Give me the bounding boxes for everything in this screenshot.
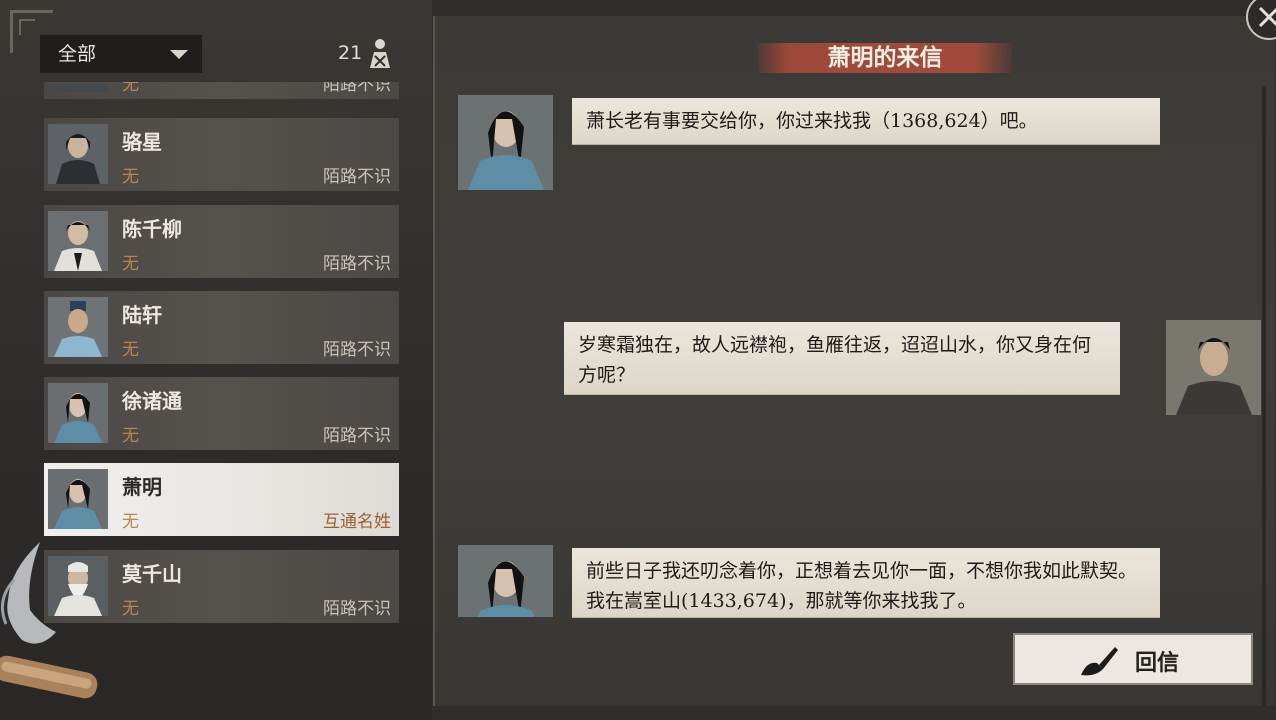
contact-name: 陈千柳	[122, 217, 182, 241]
sender-avatar	[458, 545, 553, 617]
message-text: 萧长老有事要交给你，你过来找我（1368,624）吧。	[586, 110, 1038, 132]
contact-status: 无	[122, 340, 139, 360]
contact-relation: 陌路不识	[323, 599, 391, 619]
filter-label: 全部	[58, 43, 97, 65]
contact-card-luxuan[interactable]: 陆轩 无 陌路不识	[44, 291, 399, 364]
contact-relation: 互通名姓	[323, 512, 391, 532]
sender-avatar	[458, 95, 553, 190]
contact-name: 陆轩	[122, 303, 162, 327]
reply-label: 回信	[1135, 650, 1180, 676]
brush-icon	[1081, 647, 1118, 676]
contact-relation: 陌路不识	[323, 82, 391, 95]
contact-relation: 陌路不识	[323, 340, 391, 360]
avatar	[48, 211, 108, 271]
filter-dropdown[interactable]: 全部	[40, 35, 202, 73]
contact-name: 徐诸通	[122, 389, 182, 413]
scroll-decoration	[0, 655, 98, 699]
contact-card-luoxing[interactable]: 骆星 无 陌路不识	[44, 118, 399, 191]
contact-card-xiaoming[interactable]: 萧明 无 互通名姓	[44, 463, 399, 536]
contact-status: 无	[122, 512, 139, 532]
contact-status: 无	[122, 167, 139, 187]
scrollbar[interactable]	[1262, 86, 1266, 706]
contact-card-moqianshan[interactable]: 莫千山 无 陌路不识	[44, 550, 399, 623]
chevron-down-icon	[170, 50, 188, 59]
message-text: 前些日子我还叨念着你，正想着去见你一面，不想你我如此默契。我在嵩室山(1433,…	[586, 560, 1138, 612]
contact-card-chenqianliu[interactable]: 陈千柳 无 陌路不识	[44, 205, 399, 278]
contact-name: 莫千山	[122, 562, 182, 586]
contact-name: 骆星	[122, 130, 162, 154]
contact-relation: 陌路不识	[323, 254, 391, 274]
message-text: 岁寒霜独在，故人远襟袍，鱼雁往返，迢迢山水，你又身在何方呢？	[578, 334, 1092, 386]
contact-relation: 陌路不识	[323, 167, 391, 187]
dove-decoration	[0, 542, 56, 644]
avatar	[48, 383, 108, 443]
message-bubble: 岁寒霜独在，故人远襟袍，鱼雁往返，迢迢山水，你又身在何方呢？	[564, 322, 1120, 394]
avatar	[48, 124, 108, 184]
player-avatar	[1166, 320, 1261, 415]
letter-title: 萧明的来信	[827, 44, 943, 71]
contact-status: 无	[122, 254, 139, 274]
avatar	[48, 469, 108, 529]
contact-card-partial[interactable]: 无 陌路不识	[44, 82, 399, 99]
message-bubble: 萧长老有事要交给你，你过来找我（1368,624）吧。	[572, 98, 1160, 144]
message-bubble: 前些日子我还叨念着你，正想着去见你一面，不想你我如此默契。我在嵩室山(1433,…	[572, 548, 1160, 617]
contact-status: 无	[122, 82, 139, 95]
person-icon	[370, 39, 390, 68]
contact-status: 无	[122, 426, 139, 446]
avatar	[48, 297, 108, 357]
contact-list[interactable]: 无 陌路不识 骆星 无 陌路不识 陈千柳 无 陌路不识 陆轩 无 陌路不识 徐诸…	[44, 82, 399, 628]
contact-count: 21	[338, 42, 363, 64]
contact-name: 萧明	[122, 475, 162, 499]
reply-button[interactable]: 回信	[1013, 633, 1253, 685]
contact-relation: 陌路不识	[323, 426, 391, 446]
contact-card-xuzhutong[interactable]: 徐诸通 无 陌路不识	[44, 377, 399, 450]
close-icon	[1258, 6, 1276, 28]
contact-status: 无	[122, 599, 139, 619]
avatar	[48, 82, 108, 92]
